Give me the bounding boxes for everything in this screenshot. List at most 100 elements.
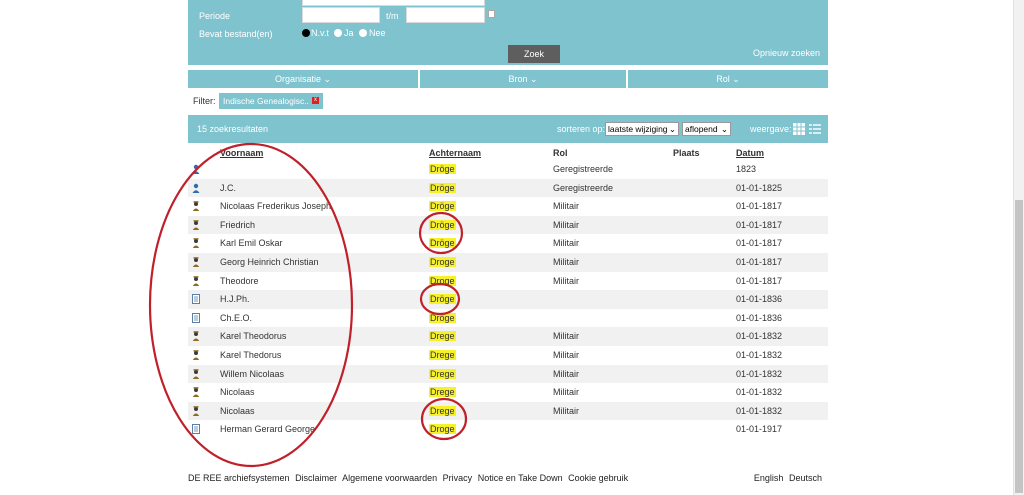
cell-achternaam: Dröge — [429, 219, 456, 230]
footer-link-notice[interactable]: Notice en Take Down — [478, 473, 563, 483]
soldier-icon — [192, 387, 200, 398]
cell-voornaam: J.C. — [220, 182, 237, 193]
top-input[interactable] — [302, 0, 485, 6]
table-row[interactable]: Georg Heinrich Christian Droge Militair 01-… — [188, 252, 828, 272]
cell-voornaam: Nicolaas — [220, 387, 255, 398]
grid-view-icon[interactable] — [793, 123, 805, 135]
table-row[interactable]: Nicolaas Drege Militair 01-01-1832 — [188, 401, 828, 421]
sort-label: sorteren op: — [557, 124, 606, 134]
table-row[interactable]: Nicolaas Drege Militair 01-01-1832 — [188, 383, 828, 402]
table-row[interactable]: Herman Gerard George Droge 01-01-1917 — [188, 420, 828, 439]
facet-bar: Organisatie ⌄ Bron ⌄ Rol ⌄ — [188, 70, 828, 88]
close-icon[interactable]: x — [312, 97, 319, 104]
cell-rol: Militair — [553, 368, 579, 379]
table-row[interactable]: Dröge Geregistreerde 1823 — [188, 160, 828, 179]
soldier-icon — [192, 405, 200, 416]
table-row[interactable]: Theodore Droge Militair 01-01-1817 — [188, 272, 828, 291]
footer-link-disclaimer[interactable]: Disclaimer — [295, 473, 337, 483]
soldier-icon — [192, 275, 200, 286]
cell-voornaam: Georg Heinrich Christian — [220, 256, 319, 267]
list-view-icon[interactable] — [809, 123, 821, 135]
cell-rol: Geregistreerde — [553, 182, 614, 193]
table-row[interactable]: Friedrich Dröge Militair 01-01-1817 — [188, 215, 828, 235]
reset-search-link[interactable]: Opnieuw zoeken — [753, 48, 820, 58]
chevron-down-icon: ⌄ — [323, 74, 332, 84]
cell-voornaam: Willem Nicolaas — [220, 368, 285, 379]
footer-link-privacy[interactable]: Privacy — [443, 473, 473, 483]
cell-rol: Militair — [553, 201, 579, 212]
table-row[interactable]: Karel Theodorus Drege Militair 01-01-1832 — [188, 327, 828, 346]
table-row[interactable]: J.C. Dröge Geregistreerde 01-01-1825 — [188, 178, 828, 198]
cell-achternaam: Drege — [429, 405, 456, 416]
cell-rol: Militair — [553, 405, 579, 416]
radio-nee[interactable] — [359, 29, 367, 37]
periode-from-input[interactable] — [302, 7, 380, 23]
sort-select-value: laatste wijziging — [608, 124, 668, 134]
calendar-icon[interactable] — [488, 10, 495, 18]
cell-voornaam: Ch.E.O. — [220, 312, 253, 323]
table-row[interactable]: Nicolaas Frederikus Joseph Dröge Militair 0… — [188, 197, 828, 216]
periode-label: Periode — [199, 11, 231, 21]
cell-datum: 01-01-1836 — [736, 294, 783, 305]
facet-bron[interactable]: Bron ⌄ — [420, 70, 626, 88]
document-icon — [192, 312, 200, 323]
table-row[interactable]: H.J.Ph. Dröge 01-01-1836 — [188, 290, 828, 309]
chevron-down-icon: ⌄ — [732, 74, 740, 84]
col-datum[interactable]: Datum — [736, 148, 764, 158]
radio-nee-label: Nee — [369, 28, 386, 38]
order-select[interactable]: aflopend ⌄ — [682, 122, 731, 136]
facet-organisatie[interactable]: Organisatie ⌄ — [188, 70, 418, 88]
cell-datum: 01-01-1817 — [736, 238, 783, 249]
cell-datum: 01-01-1817 — [736, 256, 783, 267]
cell-voornaam: Karel Theodorus — [220, 331, 287, 342]
soldier-icon — [192, 201, 200, 212]
radio-ja[interactable] — [334, 29, 342, 37]
facet-rol[interactable]: Rol ⌄ — [628, 70, 828, 88]
footer-link-voorwaarden[interactable]: Algemene voorwaarden — [342, 473, 437, 483]
soldier-icon — [192, 257, 200, 267]
table-row[interactable]: Ch.E.O. Dröge 01-01-1836 — [188, 309, 828, 328]
results-bar: 15 zoekresultaten sorteren op: laatste w… — [188, 115, 828, 143]
results-table: Voornaam Achternaam Rol Plaats Datum Drö… — [188, 145, 828, 439]
footer-link-dere[interactable]: DE REE archiefsystemen — [188, 473, 290, 483]
filter-chip[interactable]: Indische Genealogisc.. x — [219, 93, 323, 109]
cell-achternaam: Drege — [429, 349, 456, 360]
footer-link-cookie[interactable]: Cookie gebruik — [568, 473, 628, 483]
search-button[interactable]: Zoek — [508, 45, 560, 63]
cell-rol: Militair — [553, 349, 579, 360]
filter-label: Filter: — [193, 96, 216, 106]
cell-achternaam: Drege — [429, 387, 456, 398]
cell-voornaam: Theodore — [220, 275, 259, 286]
col-achternaam[interactable]: Achternaam — [429, 148, 481, 158]
facet-rol-label: Rol — [716, 74, 730, 84]
bestand-label: Bevat bestand(en) — [199, 29, 273, 39]
table-row[interactable]: Willem Nicolaas Drege Militair 01-01-1832 — [188, 364, 828, 384]
cell-voornaam: Herman Gerard George — [220, 424, 316, 435]
table-row[interactable]: Karel Thedorus Drege Militair 01-01-1832 — [188, 346, 828, 365]
scrollbar-thumb[interactable] — [1015, 200, 1023, 493]
lang-english[interactable]: English — [754, 473, 784, 483]
col-plaats: Plaats — [673, 148, 700, 158]
cell-datum: 01-01-1836 — [736, 312, 783, 323]
sort-select[interactable]: laatste wijziging ⌄ — [605, 122, 679, 136]
cell-achternaam: Dröge — [429, 294, 456, 305]
lang-deutsch[interactable]: Deutsch — [789, 473, 822, 483]
results-count: 15 zoekresultaten — [197, 124, 269, 134]
cell-achternaam: Droge — [429, 275, 456, 286]
cell-voornaam: Nicolaas — [220, 405, 255, 416]
cell-datum: 01-01-1817 — [736, 275, 783, 286]
cell-voornaam: Karl Emil Oskar — [220, 238, 283, 249]
view-label: weergave: — [750, 124, 792, 134]
document-icon — [192, 294, 200, 305]
col-voornaam[interactable]: Voornaam — [220, 148, 263, 158]
cell-voornaam: H.J.Ph. — [220, 294, 250, 305]
soldier-icon — [192, 368, 200, 379]
cell-rol: Militair — [553, 275, 579, 286]
facet-organisatie-label: Organisatie — [274, 74, 321, 84]
table-row[interactable]: Karl Emil Oskar Dröge Militair 01-01-1817 — [188, 234, 828, 253]
periode-to-input[interactable] — [406, 7, 485, 23]
cell-voornaam: Karel Thedorus — [220, 349, 282, 360]
cell-rol: Geregistreerde — [553, 164, 614, 174]
scrollbar[interactable] — [1013, 0, 1024, 495]
radio-nvt[interactable] — [302, 29, 310, 37]
